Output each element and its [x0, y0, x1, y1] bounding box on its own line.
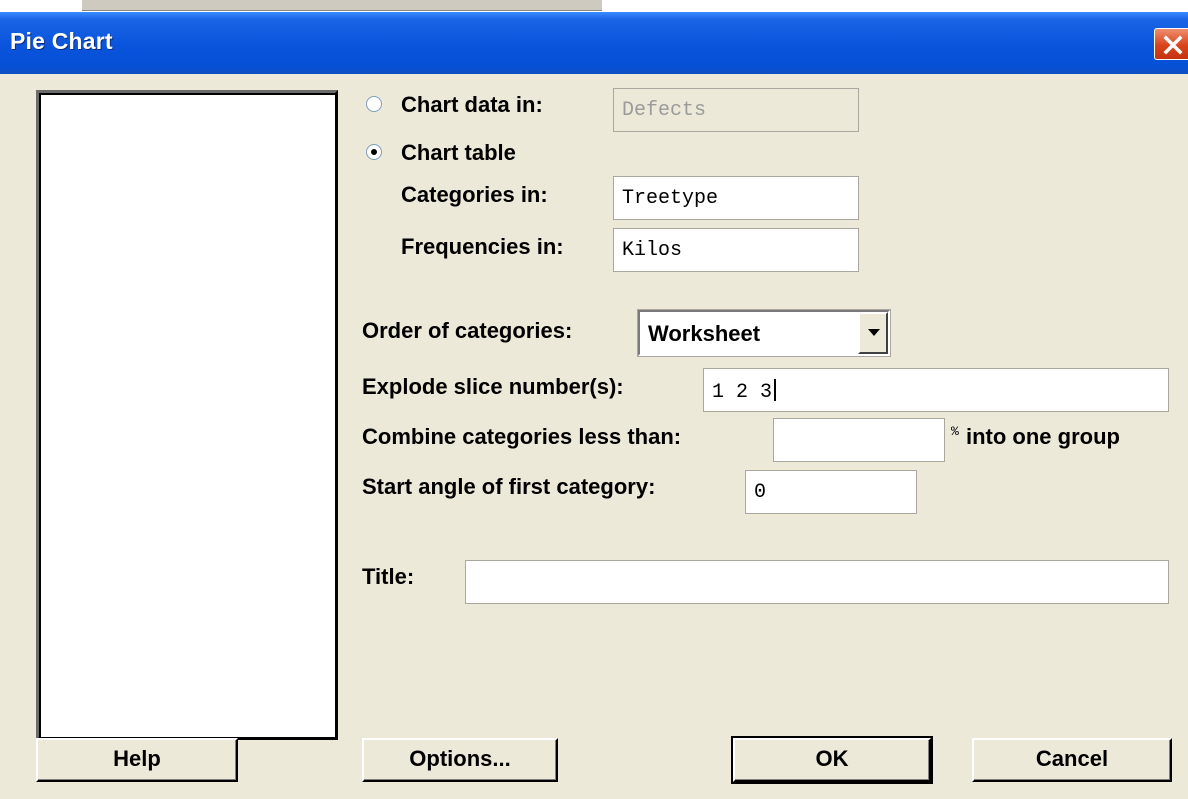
chart-table-label: Chart table [401, 140, 516, 165]
explode-slices-value: 1 2 3 [712, 381, 773, 404]
radio-selected-dot [371, 149, 377, 155]
order-of-categories-label: Order of categories: [362, 318, 573, 343]
dropdown-arrow-button[interactable] [858, 312, 888, 354]
chevron-down-icon [868, 329, 880, 336]
close-button[interactable] [1154, 28, 1188, 60]
explode-slices-label: Explode slice number(s): [362, 374, 624, 399]
help-button[interactable]: Help [36, 738, 238, 782]
title-bar[interactable]: Pie Chart [0, 12, 1188, 74]
categories-in-label: Categories in: [401, 182, 548, 207]
close-icon [1163, 35, 1183, 55]
dialog-body: Chart data in: Defects Chart table Categ… [0, 74, 1188, 799]
combine-categories-suffix: into one group [966, 424, 1120, 449]
chart-data-in-field[interactable]: Defects [613, 88, 859, 132]
options-button[interactable]: Options... [362, 738, 558, 782]
cancel-button[interactable]: Cancel [972, 738, 1172, 782]
order-of-categories-dropdown[interactable]: Worksheet [637, 309, 891, 357]
text-caret [774, 379, 777, 401]
percent-sign: % [951, 424, 959, 439]
background-window-edge [82, 0, 602, 11]
categories-in-field[interactable]: Treetype [613, 176, 859, 220]
frequencies-in-field[interactable]: Kilos [613, 228, 859, 272]
combine-categories-field[interactable] [773, 418, 945, 462]
title-field[interactable] [465, 560, 1169, 604]
explode-slices-field[interactable]: 1 2 3 [703, 368, 1169, 412]
pie-chart-dialog: Pie Chart Chart data in: Defects Chart t… [0, 12, 1188, 799]
chart-table-radio[interactable] [366, 144, 382, 160]
start-angle-label: Start angle of first category: [362, 474, 656, 499]
order-of-categories-value: Worksheet [648, 321, 761, 346]
frequencies-in-label: Frequencies in: [401, 234, 564, 259]
chart-data-in-label: Chart data in: [401, 92, 543, 117]
title-label: Title: [362, 564, 415, 589]
window-title: Pie Chart [10, 28, 113, 54]
start-angle-field[interactable]: 0 [745, 470, 917, 514]
chart-data-in-radio[interactable] [366, 96, 382, 112]
ok-button[interactable]: OK [731, 736, 933, 784]
variable-list[interactable] [36, 90, 338, 740]
background-window-strip [0, 0, 1188, 12]
combine-categories-label: Combine categories less than: [362, 424, 682, 449]
